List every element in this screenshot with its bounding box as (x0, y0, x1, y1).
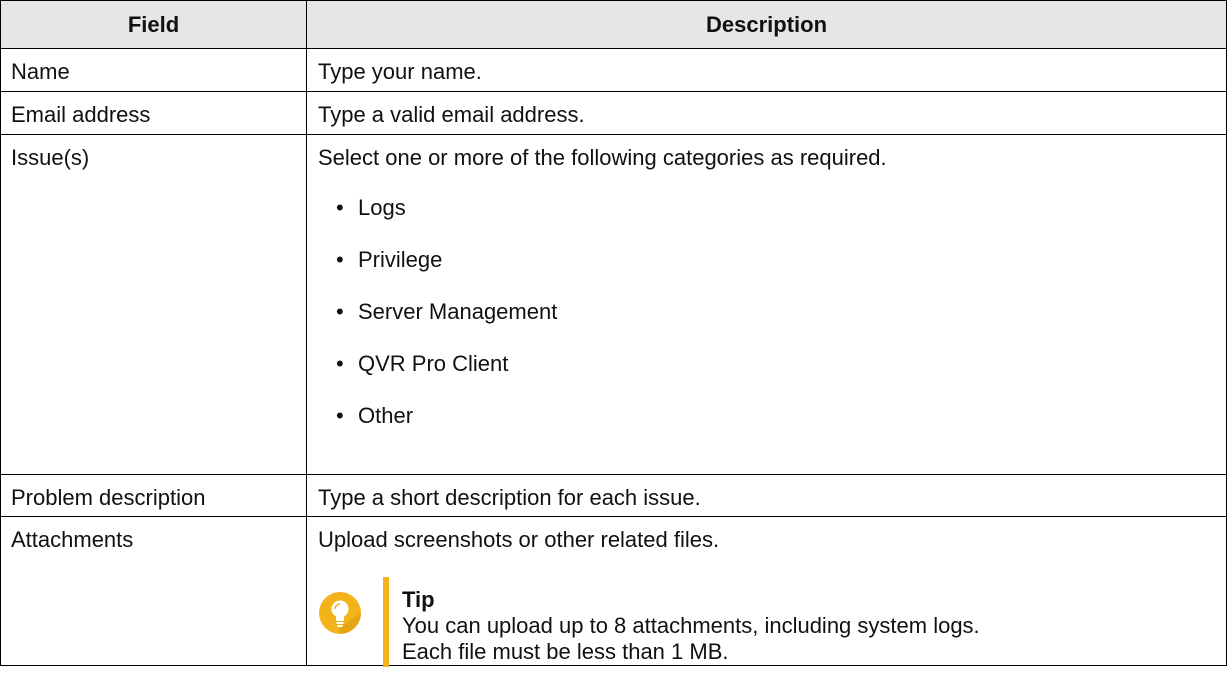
bullet-icon: • (336, 403, 344, 428)
tip-title: Tip (402, 587, 435, 612)
description-cell: Type a valid email address. (306, 91, 1227, 135)
list-item: • Privilege (336, 247, 1216, 273)
description-text: Upload screenshots or other related file… (318, 527, 720, 552)
lightbulb-icon (319, 592, 361, 634)
list-item: • Other (336, 403, 1216, 429)
tip-text-line: Each file must be less than 1 MB. (402, 639, 729, 664)
description-cell: Select one or more of the following cate… (306, 134, 1227, 475)
table-row: Name Type your name. (0, 48, 1227, 92)
list-item-label: Server Management (358, 299, 558, 324)
list-item: • QVR Pro Client (336, 351, 1216, 377)
bullet-icon: • (336, 247, 344, 272)
field-cell: Attachments (0, 516, 307, 666)
table-row: Email address Type a valid email address… (0, 91, 1227, 135)
description-cell: Upload screenshots or other related file… (306, 516, 1227, 667)
bullet-icon: • (336, 299, 344, 324)
header-field: Field (0, 0, 307, 49)
description-text: Select one or more of the following cate… (318, 145, 887, 170)
tip-body: Tip You can upload up to 8 attachments, … (402, 587, 980, 665)
header-description: Description (306, 0, 1227, 49)
tip-accent-bar (383, 577, 389, 667)
field-description-table: Field Description Name Type your name. E… (0, 0, 1227, 667)
list-item: • Logs (336, 195, 1216, 221)
description-cell: Type a short description for each issue. (306, 474, 1227, 517)
issue-category-list: • Logs • Privilege • Server Management • QVR… (318, 195, 1216, 429)
field-cell: Email address (0, 91, 307, 135)
field-cell: Problem description (0, 474, 307, 517)
bullet-icon: • (336, 195, 344, 220)
tip-text-line: You can upload up to 8 attachments, incl… (402, 613, 980, 638)
list-item-label: Other (358, 403, 414, 428)
list-item: • Server Management (336, 299, 1216, 325)
field-cell: Issue(s) (0, 134, 307, 475)
bullet-icon: • (336, 351, 344, 376)
list-item-label: QVR Pro Client (358, 351, 509, 376)
table-row: Issue(s) Select one or more of the follo… (0, 134, 1227, 475)
field-cell: Name (0, 48, 307, 92)
table-row: Attachments Upload screenshots or other … (0, 516, 1227, 667)
list-item-label: Logs (358, 195, 406, 220)
list-item-label: Privilege (358, 247, 443, 272)
table-row: Problem description Type a short descrip… (0, 474, 1227, 517)
tip-callout: Tip You can upload up to 8 attachments, … (318, 575, 1216, 667)
table-header-row: Field Description (0, 0, 1227, 49)
description-cell: Type your name. (306, 48, 1227, 92)
